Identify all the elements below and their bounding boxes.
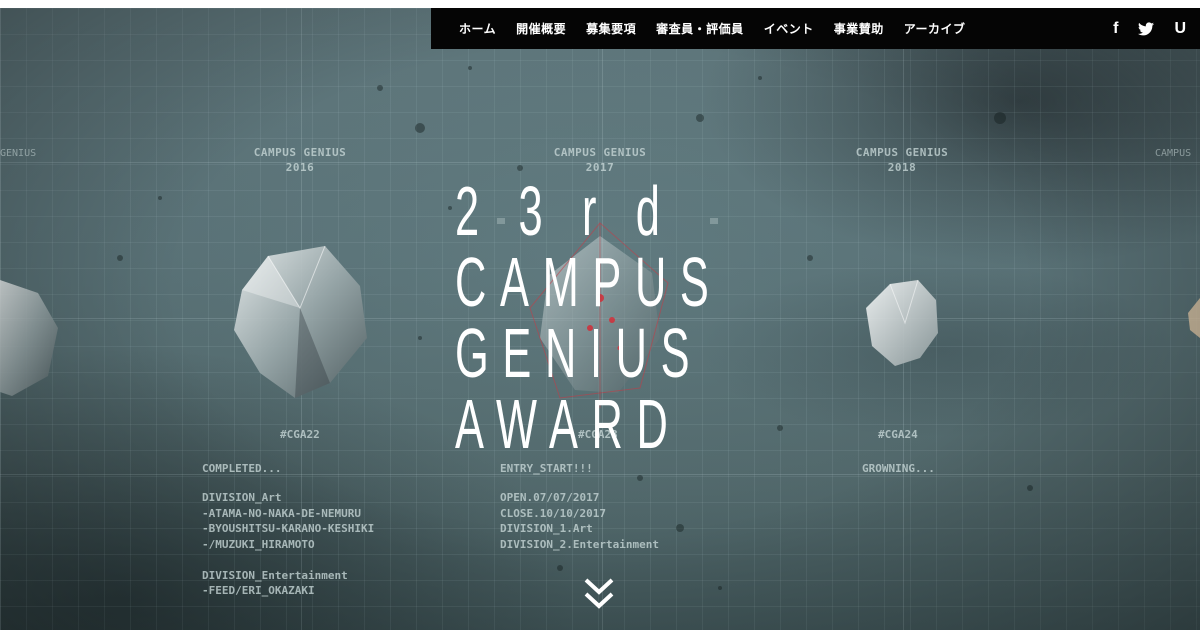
column-name: CAMPUS GENIUS: [553, 146, 647, 159]
nav-item-archive[interactable]: アーカイブ: [904, 20, 966, 37]
hero-title-line: AWARD: [455, 385, 682, 463]
column-2018-title: CAMPUS GENIUS 2018: [827, 145, 977, 175]
facebook-icon[interactable]: f: [1113, 20, 1118, 38]
nav-item-home[interactable]: ホーム: [459, 20, 496, 37]
nav-item-sponsors[interactable]: 事業賛助: [834, 20, 884, 37]
column-name: CAMPUS GENIUS: [253, 146, 347, 159]
top-navigation: ホーム 開催概要 募集要項 審査員・評価員 イベント 事業賛助 アーカイブ f …: [431, 8, 1200, 49]
column-2017-title: CAMPUS GENIUS 2017: [525, 145, 675, 175]
status-2018: GROWNING...: [862, 462, 935, 475]
hero-title-line: 2 3 r d: [455, 172, 674, 250]
hero-title-line: CAMPUS: [455, 243, 723, 321]
hero-title-line: GENIUS: [455, 314, 704, 392]
hero-title: 2 3 r d CAMPUS GENIUS AWARD: [455, 176, 709, 460]
ustream-icon[interactable]: U: [1174, 20, 1186, 38]
details-2016: DIVISION_Art -ATAMA-NO-NAKA-DE-NEMURU -B…: [202, 491, 375, 597]
nav-item-overview[interactable]: 開催概要: [516, 20, 566, 37]
nav-item-events[interactable]: イベント: [764, 20, 814, 37]
column-name: CAMPUS GENIUS: [855, 146, 949, 159]
nav-item-judges[interactable]: 審査員・評価員: [656, 20, 744, 37]
social-links: f U: [1113, 8, 1186, 49]
tag-cga24: #CGA24: [878, 428, 918, 441]
status-2016: COMPLETED...: [202, 462, 282, 475]
nav-item-guidelines[interactable]: 募集要項: [586, 20, 636, 37]
edge-label-left: GENIUS: [0, 148, 37, 159]
status-2017: ENTRY_START!!!: [500, 462, 593, 475]
column-year: 2018: [887, 161, 917, 174]
scroll-down-chevron-icon[interactable]: [583, 576, 615, 612]
tag-cga22: #CGA22: [280, 428, 320, 441]
nav-menu: ホーム 開催概要 募集要項 審査員・評価員 イベント 事業賛助 アーカイブ: [459, 8, 966, 49]
edge-label-right: CAMPUS: [1155, 148, 1192, 159]
column-2016-title: CAMPUS GENIUS 2016: [225, 145, 375, 175]
details-2017: OPEN.07/07/2017 CLOSE.10/10/2017 DIVISIO…: [500, 491, 659, 551]
column-year: 2016: [285, 161, 315, 174]
twitter-icon[interactable]: [1138, 21, 1155, 36]
